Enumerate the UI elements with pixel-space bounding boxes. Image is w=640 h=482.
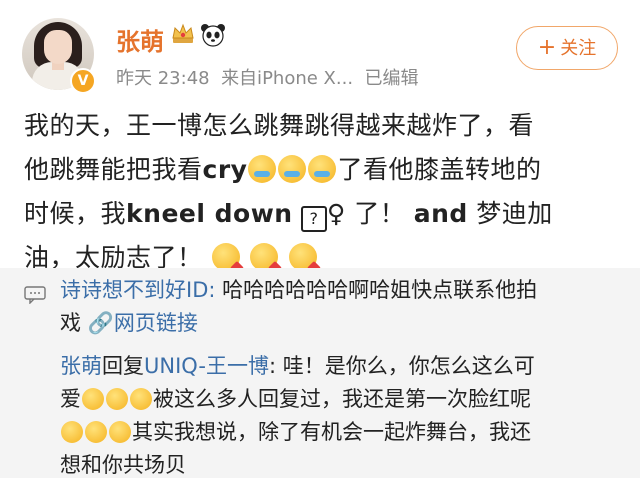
emoji-shy-icon (85, 421, 107, 443)
post-meta: 昨天 23:48 来自iPhone X... 已编辑 (116, 64, 419, 90)
post-source: 来自iPhone X... (221, 68, 354, 89)
bold-word: cry (202, 155, 248, 184)
emoji-kiss-icon (288, 243, 317, 271)
comment-item: 诗诗想不到好ID: 哈哈哈哈哈哈啊哈姐快点联系他拍 戏 🔗网页链接 (60, 278, 538, 335)
plus-icon: + (537, 35, 557, 60)
emoji-shy-icon (130, 388, 152, 410)
emoji-shy-icon (82, 388, 104, 410)
reply-target[interactable]: UNIQ-王一博 (144, 354, 269, 378)
post-line: 时候，我kneel down ? ♀ 了！ and 梦迪加 (24, 192, 624, 236)
follow-label: 关注 (560, 38, 597, 59)
post-line: 我的天，王一博怎么跳舞跳得越来越炸了，看 (24, 111, 535, 140)
comment-user[interactable]: 张萌 (60, 354, 102, 378)
crown-icon (172, 23, 194, 43)
bold-phrase: kneel down (126, 199, 293, 228)
emoji-shy-icon (109, 421, 131, 443)
panda-icon (201, 24, 225, 47)
emoji-kiss-icon (250, 243, 279, 271)
comment-user[interactable]: 诗诗想不到好ID: (60, 278, 215, 302)
post-header: V 张萌 昨天 23:48 来自iPhone X... 已编辑 + 关注 (0, 0, 640, 100)
edited-label[interactable]: 已编辑 (365, 68, 419, 89)
emoji-shy-icon (106, 388, 128, 410)
question-box-icon: ? (301, 206, 328, 232)
web-link[interactable]: 🔗网页链接 (88, 311, 198, 335)
post-line: 他跳舞能把我看cry 了看他膝盖转地的 (24, 155, 542, 184)
verified-badge-icon: V (70, 68, 96, 94)
emoji-cry-icon (278, 155, 307, 183)
user-name[interactable]: 张萌 (116, 22, 164, 57)
comments-section: 诗诗想不到好ID: 哈哈哈哈哈哈啊哈姐快点联系他拍 戏 🔗网页链接 张萌回复UN… (0, 268, 640, 478)
emoji-cry-icon (248, 155, 277, 183)
bold-word: and (413, 199, 468, 228)
emoji-shy-icon (61, 421, 83, 443)
emoji-cry-icon (308, 155, 337, 183)
comment-item: 张萌回复UNIQ-王一博: 哇！是你么，你怎么这么可 爱被这么多人回复过，我还是… (60, 354, 535, 477)
follow-button[interactable]: + 关注 (516, 26, 618, 70)
post-time: 昨天 23:48 (116, 68, 210, 89)
post-body: 我的天，王一博怎么跳舞跳得越来越炸了，看 他跳舞能把我看cry 了看他膝盖转地的 … (24, 104, 624, 280)
comment-icon[interactable] (24, 286, 46, 304)
emoji-kiss-icon (211, 243, 240, 271)
link-icon: 🔗 (87, 311, 114, 335)
avatar[interactable]: V (22, 18, 98, 94)
